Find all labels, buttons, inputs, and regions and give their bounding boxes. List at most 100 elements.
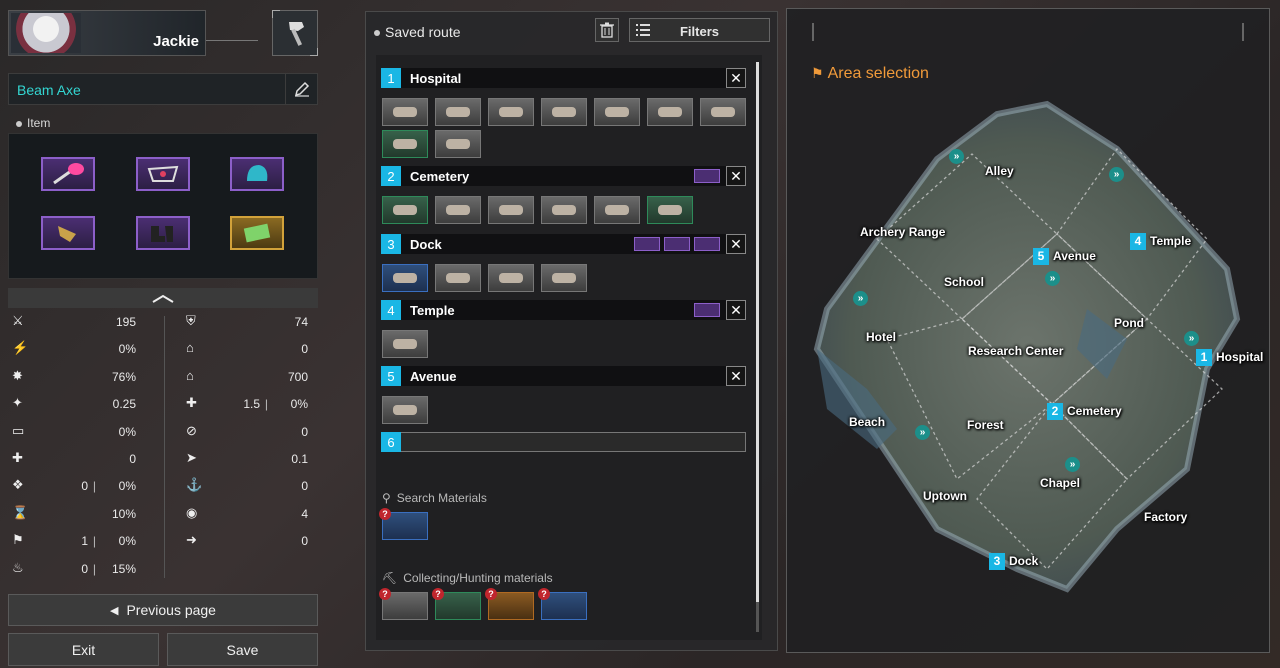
map-area-dock[interactable]: 3 Dock xyxy=(989,553,1038,570)
filters-label: Filters xyxy=(679,24,719,39)
stat-separator: | xyxy=(92,534,96,549)
turtle-shell-material[interactable] xyxy=(435,264,481,292)
stat-value: 4 xyxy=(301,506,308,521)
hyperloop-icon[interactable]: » xyxy=(853,291,868,306)
sp-regen-icon: ⌂ xyxy=(186,367,194,383)
accessory-slot[interactable] xyxy=(230,216,284,250)
character-card[interactable]: Jackie xyxy=(8,10,206,56)
glass-shard-material[interactable] xyxy=(382,264,428,292)
tape-roll-material[interactable] xyxy=(541,264,587,292)
pickaxe-icon: ⛏ xyxy=(382,571,398,585)
map-area-alley[interactable]: Alley xyxy=(985,164,1014,178)
map-panel: ⚑ Area selection Alley Archery Range 5 Avenu… xyxy=(786,8,1270,653)
scroll-material[interactable] xyxy=(594,98,640,126)
remove-area-button[interactable]: ✕ xyxy=(726,166,746,186)
bone-material[interactable] xyxy=(541,98,587,126)
boot-material[interactable] xyxy=(488,264,534,292)
chopsticks-material[interactable] xyxy=(488,98,534,126)
route-area-header-dock[interactable]: 3 Dock ✕ xyxy=(381,234,746,254)
map-area-forest[interactable]: Forest xyxy=(967,418,1004,432)
wire-material[interactable] xyxy=(435,196,481,224)
route-area-header-temple[interactable]: 4 Temple ✕ xyxy=(381,300,746,320)
connector-line xyxy=(206,40,258,41)
cooldown-reduction-icon: ⌛ xyxy=(12,504,29,520)
scroll-icon xyxy=(605,107,629,117)
hyperloop-icon[interactable]: » xyxy=(1184,331,1199,346)
leg-slot[interactable] xyxy=(136,216,190,250)
map-area-hotel[interactable]: Hotel xyxy=(866,330,896,344)
map-area-hospital[interactable]: 1 Hospital xyxy=(1196,349,1263,366)
map-area-school[interactable]: School xyxy=(944,275,984,289)
route-area-header-avenue[interactable]: 5 Avenue ✕ xyxy=(381,366,746,386)
filters-button[interactable]: Filters xyxy=(629,18,770,42)
herb-collect-material[interactable]: ? xyxy=(432,588,481,620)
tree-branch-collect-material[interactable]: ? xyxy=(538,588,587,620)
route-area-header-hospital[interactable]: 1 Hospital ✕ xyxy=(381,68,746,88)
trash-icon xyxy=(600,22,614,38)
map-area-label: School xyxy=(944,275,985,289)
stone-collect-material[interactable]: ? xyxy=(379,588,428,620)
hyperloop-icon[interactable]: » xyxy=(1065,457,1080,472)
leaf-collect-material[interactable]: ? xyxy=(485,588,534,620)
save-button[interactable]: Save xyxy=(167,633,318,666)
remove-area-button[interactable]: ✕ xyxy=(726,234,746,254)
map-area-pond[interactable]: Pond xyxy=(1114,316,1144,330)
remove-area-button[interactable]: ✕ xyxy=(726,300,746,320)
bottle-material[interactable] xyxy=(647,98,693,126)
hyperloop-icon[interactable]: » xyxy=(1045,271,1060,286)
edit-weapon-button[interactable] xyxy=(285,74,317,104)
route-area-header-cemetery[interactable]: 2 Cemetery ✕ xyxy=(381,166,746,186)
arm-slot[interactable] xyxy=(41,216,95,250)
map-area-chapel[interactable]: Chapel xyxy=(1040,476,1080,490)
delete-route-button[interactable] xyxy=(595,18,619,42)
map-route-number: 4 xyxy=(1130,233,1146,250)
boot-icon xyxy=(499,273,523,283)
route-scrollbar-thumb[interactable] xyxy=(756,62,759,602)
remove-area-button[interactable]: ✕ xyxy=(726,366,746,386)
route-area-empty-slot[interactable]: 6 xyxy=(381,432,746,452)
weapon-slot[interactable] xyxy=(41,157,95,191)
chain-material[interactable] xyxy=(594,196,640,224)
hyperloop-icon[interactable]: » xyxy=(949,149,964,164)
flower-material[interactable] xyxy=(488,196,534,224)
chest-slot[interactable] xyxy=(136,157,190,191)
hyperloop-icon[interactable]: » xyxy=(915,425,930,440)
knife-material[interactable] xyxy=(435,98,481,126)
head-slot[interactable] xyxy=(230,157,284,191)
pebbles-material[interactable] xyxy=(435,130,481,158)
rope-material[interactable] xyxy=(382,330,428,358)
map-area-uptown[interactable]: Uptown xyxy=(923,489,967,503)
character-portrait xyxy=(11,13,81,53)
map-area-avenue[interactable]: 5 Avenue xyxy=(1033,248,1096,265)
map-area-beach[interactable]: Beach xyxy=(849,415,885,429)
map-area-archery-range[interactable]: Archery Range xyxy=(860,225,945,239)
herb-material[interactable] xyxy=(382,130,428,158)
remove-area-button[interactable]: ✕ xyxy=(726,68,746,88)
stone-material[interactable] xyxy=(541,196,587,224)
map-area-research-center[interactable]: Research Center xyxy=(968,344,1063,358)
leaf-material[interactable] xyxy=(647,196,693,224)
map-area-temple[interactable]: 4 Temple xyxy=(1130,233,1191,250)
exit-button[interactable]: Exit xyxy=(8,633,159,666)
map-area-cemetery[interactable]: 2 Cemetery xyxy=(1047,403,1122,420)
map-area-factory[interactable]: Factory xyxy=(1144,510,1187,524)
area-number-badge: 2 xyxy=(381,166,401,186)
stats-divider xyxy=(164,316,165,578)
weapon-type-button[interactable] xyxy=(272,10,318,56)
omnisyphon-icon: ♨ xyxy=(12,559,24,575)
stat-row: ⌂ 0 xyxy=(186,339,308,359)
branch-material[interactable] xyxy=(382,196,428,224)
magnifier-icon: ⚲ xyxy=(382,491,391,505)
previous-page-button[interactable]: ◀ Previous page xyxy=(8,594,318,626)
area-name: Temple xyxy=(410,303,455,318)
hp-regen-icon: ⌂ xyxy=(186,340,194,356)
map-area-label: Hotel xyxy=(866,330,896,344)
hyperloop-icon[interactable]: » xyxy=(1109,167,1124,182)
glove-material[interactable] xyxy=(700,98,746,126)
stat-value: 0 xyxy=(301,479,308,494)
stat-row: ➤ 0.1 xyxy=(186,449,308,469)
search-material-item[interactable]: ? xyxy=(379,508,428,540)
cards-material[interactable] xyxy=(382,396,428,424)
stone-material[interactable] xyxy=(382,98,428,126)
stats-collapse-toggle[interactable] xyxy=(8,288,318,308)
